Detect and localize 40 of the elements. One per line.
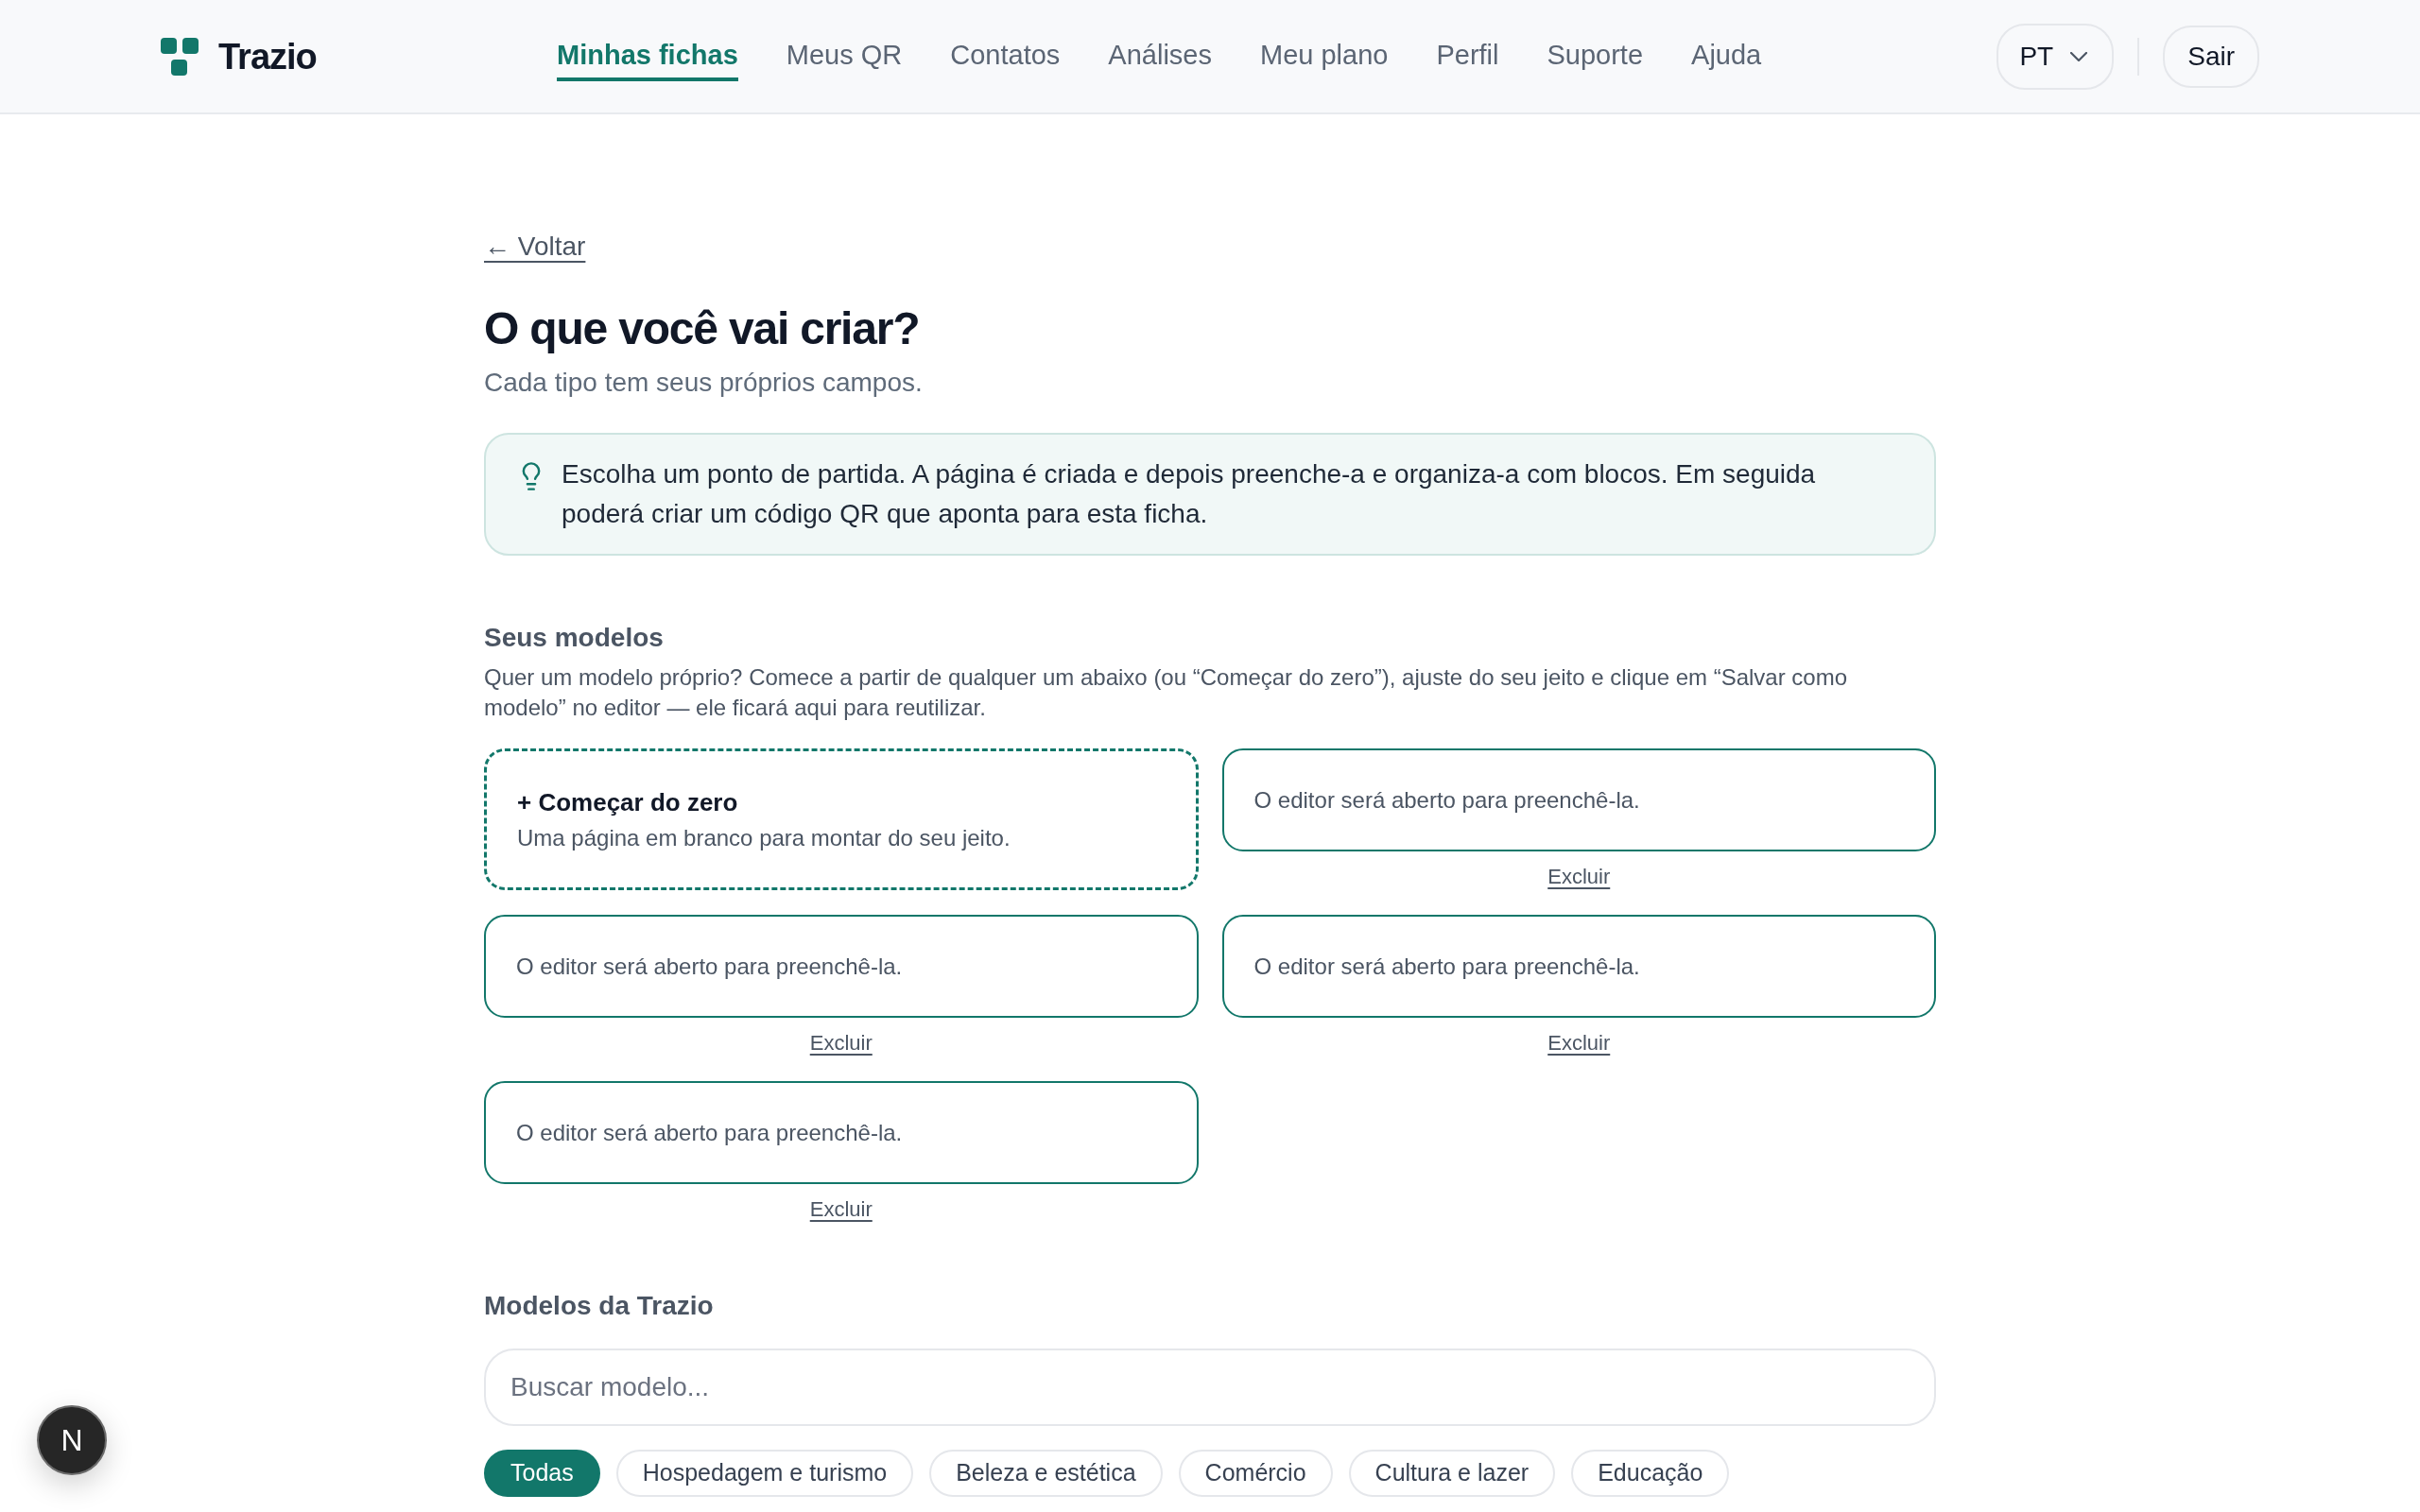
page-title: O que você vai criar? [484, 302, 921, 355]
category-chip[interactable]: Todas [484, 1450, 600, 1497]
chevron-down-icon [2070, 51, 2088, 61]
nav-tab[interactable]: Perfil [1436, 31, 1499, 81]
nav-tab[interactable]: Suporte [1547, 31, 1644, 81]
template-card[interactable]: O editor será aberto para preenchê-la. [484, 1081, 1199, 1184]
search-field[interactable]: Buscar modelo... [484, 1349, 1936, 1426]
nav-tab[interactable]: Análises [1108, 31, 1212, 81]
delete-link[interactable]: Excluir [809, 1196, 873, 1223]
language-button[interactable]: PT [1996, 23, 2115, 90]
category-chip[interactable]: Hospedagem e turismo [615, 1450, 914, 1497]
nav-tab[interactable]: Ajuda [1691, 31, 1762, 81]
logout-button[interactable]: Sair [2163, 25, 2259, 88]
nav-tab[interactable]: Minhas fichas [557, 31, 738, 81]
squares-logo-icon [161, 37, 199, 76]
delete-link[interactable]: Excluir [1547, 1030, 1611, 1057]
delete-link[interactable]: Excluir [1547, 864, 1611, 890]
section-description: Quer um modelo próprio? Comece a partir de qualquer um abaixo (ou “Começar do zero”), ajuste do seu jeito e clique em “Salvar como modelo” no editor — ele ficará aqui para reutilizar. [484, 663, 1849, 722]
card-title: + Começar do zero [517, 787, 739, 818]
nav-tab[interactable]: Meu plano [1259, 31, 1389, 81]
template-card[interactable]: O editor será aberto para preenchê-la. [1221, 748, 1936, 851]
nav-tab[interactable]: Meus QR [786, 31, 903, 81]
blank-template-card[interactable]: + Começar do zero Uma página em branco para montar do seu jeito. [484, 748, 1199, 890]
nav-tab[interactable]: Contatos [950, 31, 1061, 81]
logo-text: Trazio [218, 35, 317, 77]
category-chip[interactable]: Educação [1571, 1450, 1730, 1497]
delete-link[interactable]: Excluir [809, 1030, 873, 1057]
template-card[interactable]: O editor será aberto para preenchê-la. [484, 915, 1199, 1018]
lightbulb-icon [522, 462, 541, 490]
template-card[interactable]: O editor será aberto para preenchê-la. [1221, 915, 1936, 1018]
floating-button[interactable]: N [37, 1405, 107, 1475]
category-chip[interactable]: Comércio [1178, 1450, 1333, 1497]
tip-text: Escolha um ponto de partida. A página é criada e depois preenche-a e organiza-a com blocos. Em seguida poderá criar um código QR que aponta para esta ficha. [562, 458, 1817, 530]
back-link[interactable]: ← Voltar [484, 230, 586, 264]
card-description: Uma página em branco para montar do seu jeito. [517, 824, 1011, 852]
section-heading: Modelos da Trazio [484, 1290, 715, 1322]
page-subtitle: Cada tipo tem seus próprios campos. [484, 367, 924, 399]
category-chip[interactable]: Cultura e lazer [1348, 1450, 1556, 1497]
category-chip[interactable]: Beleza e estética [929, 1450, 1163, 1497]
section-heading: Seus modelos [484, 622, 665, 654]
